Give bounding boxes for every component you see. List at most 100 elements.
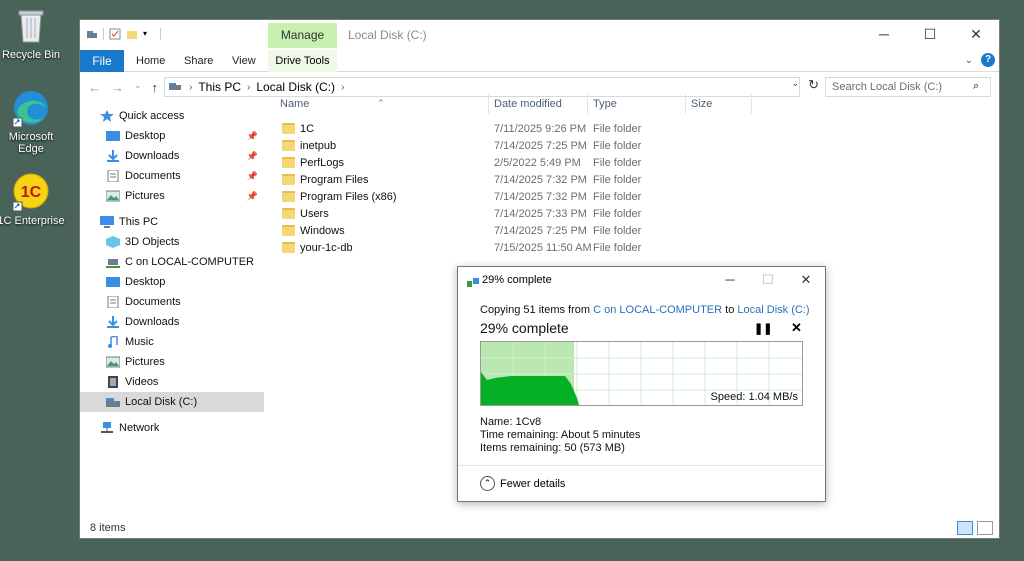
caption-buttons: ─ ☐ ✕ [861, 20, 999, 50]
expand-ribbon-icon[interactable]: ⌄ [965, 55, 973, 66]
details-view-icon[interactable] [957, 521, 973, 535]
desktop-icon-recycle-bin[interactable]: Recycle Bin [0, 6, 66, 61]
copy-progress-dialog: 29% complete ─ ☐ ✕ Copying 51 items from… [457, 266, 826, 502]
edge-icon [11, 88, 51, 128]
breadcrumb-separator[interactable]: › [341, 82, 344, 93]
refresh-icon[interactable]: ↻ [808, 77, 819, 93]
recent-locations-icon[interactable]: ⌄ [134, 80, 142, 95]
file-row[interactable]: PerfLogs 2/5/2022 5:49 PM File folder [276, 155, 996, 172]
nav-label: Downloads [125, 316, 180, 328]
detail-items-remaining: Items remaining: 50 (573 MB) [480, 442, 625, 454]
breadcrumb-separator[interactable]: › [189, 82, 192, 93]
desktop-icon-edge[interactable]: Microsoft Edge [0, 88, 66, 155]
nav-label: Videos [125, 376, 159, 388]
nav-pictures[interactable]: Pictures [80, 352, 264, 372]
nav-label: Pictures [125, 190, 165, 202]
back-arrow-icon[interactable]: ← [88, 80, 101, 95]
minimize-button[interactable]: ─ [861, 20, 907, 50]
nav-network-drive[interactable]: C on LOCAL-COMPUTER [80, 252, 264, 272]
nav-quick-pictures[interactable]: Pictures 📌 [80, 186, 264, 206]
file-list: ⌃ Name Date modified Type Size 1C 7/11/20… [276, 92, 996, 257]
folder-icon [282, 242, 295, 253]
breadcrumb-this-pc[interactable]: This PC [198, 80, 241, 94]
properties-icon[interactable] [109, 28, 121, 40]
nav-quick-documents[interactable]: Documents 📌 [80, 166, 264, 186]
nav-label: Desktop [125, 130, 166, 142]
source-link[interactable]: C on LOCAL-COMPUTER [593, 304, 722, 316]
tab-drive-tools[interactable]: Drive Tools [268, 50, 337, 72]
file-row[interactable]: your-1c-db 7/15/2025 11:50 AM File folder [276, 240, 996, 257]
sort-ascending-icon: ⌃ [377, 98, 385, 108]
help-icon[interactable]: ? [981, 53, 995, 67]
pin-icon[interactable]: 📌 [247, 191, 258, 202]
dialog-close-button[interactable]: ✕ [787, 267, 825, 293]
status-item-count: 8 items [90, 522, 126, 534]
dialog-minimize-button[interactable]: ─ [711, 267, 749, 293]
nav-music[interactable]: Music [80, 332, 264, 352]
nav-quick-desktop[interactable]: Desktop 📌 [80, 126, 264, 146]
cancel-icon[interactable]: ✕ [791, 320, 802, 336]
download-icon [106, 150, 120, 162]
tab-share[interactable]: Share [184, 50, 213, 72]
title-bar: ▾ Manage Local Disk (C:) ─ ☐ ✕ [80, 20, 999, 50]
pin-icon[interactable]: 📌 [247, 151, 258, 162]
file-row[interactable]: Windows 7/14/2025 7:25 PM File folder [276, 223, 996, 240]
nav-downloads[interactable]: Downloads [80, 312, 264, 332]
tab-view[interactable]: View [232, 50, 256, 72]
file-name: Windows [300, 225, 345, 237]
close-button[interactable]: ✕ [953, 20, 999, 50]
file-row[interactable]: Users 7/14/2025 7:33 PM File folder [276, 206, 996, 223]
tab-manage[interactable]: Manage [268, 23, 337, 48]
file-type: File folder [593, 123, 642, 135]
copy-progress-icon [467, 276, 479, 287]
pin-icon[interactable]: 📌 [247, 131, 258, 142]
music-icon [106, 335, 120, 348]
view-switcher [957, 521, 993, 535]
address-dropdown-icon[interactable]: ⌄ [791, 78, 799, 89]
nav-label: Music [125, 336, 154, 348]
copy-details: Name: 1Cv8 Time remaining: About 5 minut… [480, 416, 640, 455]
customize-toolbar-icon[interactable]: ▾ [143, 28, 155, 40]
column-type[interactable]: Type [593, 98, 617, 110]
collapse-chevron-icon: ⌃ [480, 476, 495, 491]
copy-description: Copying 51 items from C on LOCAL-COMPUTE… [480, 304, 810, 316]
nav-quick-access[interactable]: Quick access [80, 106, 264, 126]
nav-local-disk[interactable]: Local Disk (C:) [80, 392, 264, 412]
nav-quick-downloads[interactable]: Downloads 📌 [80, 146, 264, 166]
network-drive-icon [106, 256, 120, 268]
desktop-icon-label: Microsoft Edge [8, 131, 54, 155]
ribbon-tabs: File Home Share View Drive Tools ⌄ ? [80, 50, 999, 72]
nav-label: Local Disk (C:) [125, 396, 198, 408]
file-name: inetpub [300, 140, 337, 152]
nav-network[interactable]: Network [80, 418, 264, 438]
desktop-icon-1c[interactable]: 1C 1C Enterprise [0, 172, 66, 227]
nav-desktop[interactable]: Desktop [80, 272, 264, 292]
nav-videos[interactable]: Videos [80, 372, 264, 392]
file-type: File folder [593, 191, 642, 203]
new-folder-icon[interactable] [126, 28, 138, 40]
file-row[interactable]: inetpub 7/14/2025 7:25 PM File folder [276, 138, 996, 155]
nav-3d-objects[interactable]: 3D Objects [80, 232, 264, 252]
file-row[interactable]: Program Files (x86) 7/14/2025 7:32 PM File… [276, 189, 996, 206]
forward-arrow-icon[interactable]: → [111, 80, 124, 95]
maximize-button[interactable]: ☐ [907, 20, 953, 50]
column-date-modified[interactable]: Date modified [494, 98, 562, 110]
window-title: Local Disk (C:) [348, 28, 427, 42]
tab-home[interactable]: Home [136, 50, 165, 72]
column-name[interactable]: Name [280, 98, 309, 110]
copy-to-word: to [722, 304, 738, 316]
nav-documents[interactable]: Documents [80, 292, 264, 312]
fewer-details-button[interactable]: ⌃ Fewer details [480, 476, 565, 491]
breadcrumb-separator[interactable]: › [247, 82, 250, 93]
destination-link[interactable]: Local Disk (C:) [737, 304, 809, 316]
pin-icon[interactable]: 📌 [247, 171, 258, 182]
pause-icon[interactable]: ❚❚ [754, 322, 772, 335]
file-row[interactable]: Program Files 7/14/2025 7:32 PM File folde… [276, 172, 996, 189]
large-icons-view-icon[interactable] [977, 521, 993, 535]
file-row[interactable]: 1C 7/11/2025 9:26 PM File folder [276, 121, 996, 138]
tab-file[interactable]: File [80, 50, 124, 72]
file-name: Program Files (x86) [300, 191, 397, 203]
nav-this-pc[interactable]: This PC [80, 212, 264, 232]
up-arrow-icon[interactable]: ↑ [152, 80, 159, 95]
column-size[interactable]: Size [691, 98, 712, 110]
